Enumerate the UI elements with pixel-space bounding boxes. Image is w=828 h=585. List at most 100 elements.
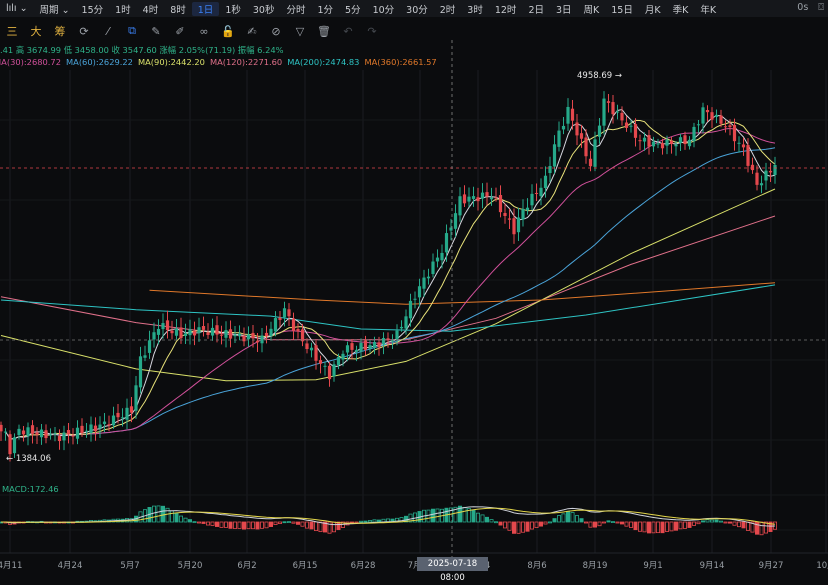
candle-body: [516, 217, 521, 233]
macd-bar: [660, 521, 665, 534]
candle-body: [651, 141, 656, 147]
candle-body: [314, 345, 318, 361]
candle-body: [197, 327, 201, 334]
candle-body: [498, 195, 503, 213]
candle-body: [48, 434, 53, 436]
candle-body: [759, 183, 764, 186]
candle-body: [687, 139, 692, 147]
candle-body: [750, 164, 755, 171]
candle-body: [111, 415, 116, 426]
macd-bar: [606, 520, 611, 523]
candle-body: [368, 345, 372, 349]
candle-body: [98, 424, 102, 429]
macd-bar: [674, 521, 679, 531]
candle-body: [341, 353, 345, 360]
candle-body: [188, 329, 192, 336]
macd-bar: [701, 520, 706, 523]
x-tick-label: 9月27: [758, 561, 784, 571]
x-tick-label: 5月7: [120, 561, 140, 571]
candle-body: [39, 429, 44, 438]
x-tick-label: 6月28: [350, 561, 376, 571]
candle-body: [386, 338, 390, 340]
candle-body: [89, 424, 93, 434]
macd-bar: [228, 521, 233, 529]
candle-body: [570, 108, 575, 121]
candle-body: [62, 432, 66, 441]
candle-body: [44, 430, 48, 439]
candle-body: [471, 196, 476, 199]
candle-body: [489, 197, 494, 200]
candle-body: [251, 332, 255, 339]
candle-body: [503, 213, 507, 216]
macd-bar: [602, 521, 607, 524]
macd-bar: [755, 521, 760, 535]
candle-body: [683, 135, 687, 145]
macd-bar: [521, 521, 526, 533]
candle-body: [521, 208, 525, 220]
candle-body: [278, 317, 282, 320]
candle-body: [21, 430, 26, 435]
candle-body: [332, 364, 336, 377]
candle-body: [57, 435, 62, 442]
candle-body: [714, 114, 719, 117]
macd-bar: [232, 521, 237, 529]
candle-body: [143, 355, 147, 358]
candle-body: [224, 330, 228, 338]
candle-body: [395, 330, 399, 340]
macd-bar: [304, 521, 309, 529]
macd-bar: [462, 506, 467, 523]
candle-body: [0, 424, 3, 432]
candle-body: [309, 347, 314, 351]
macd-bar: [295, 521, 300, 525]
x-tick-label: 9月14: [699, 561, 725, 571]
macd-bar: [566, 511, 571, 523]
candle-body: [30, 425, 35, 434]
candle-body: [3, 431, 8, 433]
candle-body: [674, 144, 678, 147]
low-price-label: ← 1384.06: [6, 454, 51, 464]
macd-bar: [737, 521, 742, 528]
candle-body: [620, 112, 624, 121]
macd-bar: [255, 521, 260, 530]
price-chart[interactable]: [0, 0, 828, 571]
candle-body: [66, 429, 71, 435]
macd-bar: [489, 519, 494, 523]
candle-body: [705, 110, 710, 113]
candle-body: [165, 320, 170, 331]
candle-body: [552, 144, 557, 167]
macd-label: MACD:172.46: [2, 484, 59, 494]
candle-body: [264, 332, 269, 337]
macd-bar: [548, 521, 553, 524]
candle-body: [161, 323, 165, 330]
candle-body: [476, 197, 480, 202]
candle-body: [327, 365, 332, 380]
macd-bar: [620, 521, 625, 525]
macd-bar: [507, 521, 512, 531]
candle-body: [642, 137, 647, 142]
macd-bar: [237, 521, 242, 529]
macd-bar: [611, 521, 616, 524]
macd-bar: [291, 521, 296, 524]
macd-bar: [183, 517, 188, 523]
macd-bar: [728, 521, 733, 524]
x-tick-label: 9月1: [643, 561, 663, 571]
macd-bar: [223, 521, 228, 528]
x-tick-label: 6月15: [292, 561, 318, 571]
macd-bar: [282, 521, 287, 524]
candle-body: [219, 334, 224, 336]
candle-body: [741, 144, 746, 148]
candle-body: [696, 124, 701, 126]
macd-bar: [426, 509, 431, 523]
candle-body: [426, 276, 431, 279]
macd-dif-line: [1, 506, 776, 527]
candle-body: [75, 427, 80, 439]
candle-body: [296, 328, 300, 332]
candle-body: [323, 365, 327, 367]
macd-bar: [480, 514, 485, 523]
macd-bar: [741, 521, 746, 529]
candle-body: [192, 331, 197, 336]
macd-bar: [692, 521, 697, 526]
macd-bar: [363, 520, 368, 523]
candle-body: [656, 143, 660, 145]
macd-bar: [178, 515, 183, 523]
